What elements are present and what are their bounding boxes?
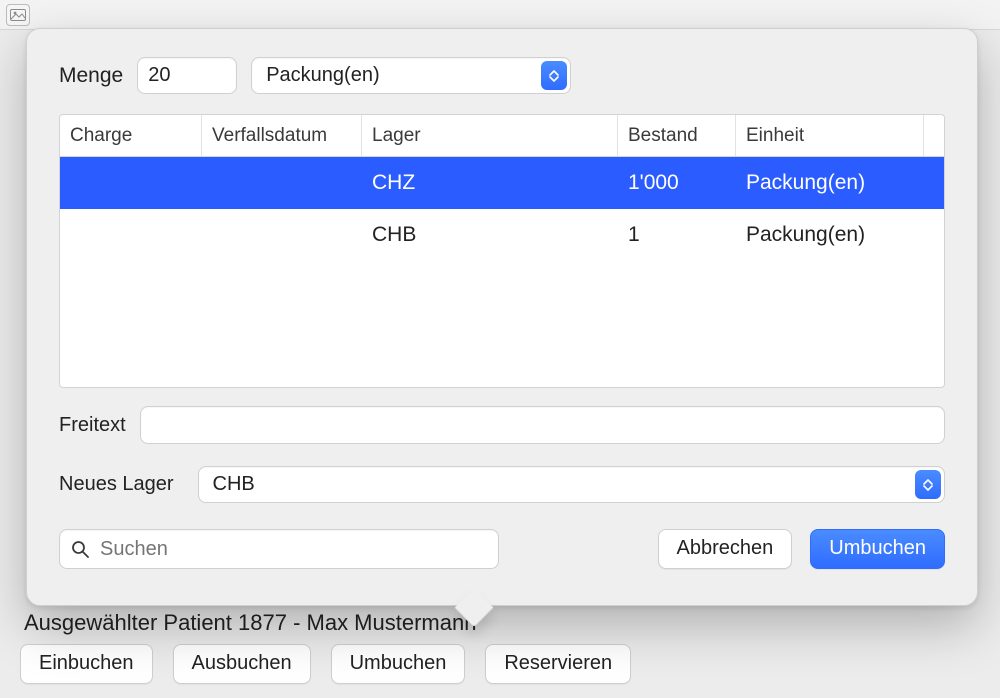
background-action-buttons: Einbuchen Ausbuchen Umbuchen Reservieren: [20, 644, 631, 684]
freitext-input[interactable]: [140, 406, 945, 444]
reservieren-button[interactable]: Reservieren: [485, 644, 631, 684]
search-input[interactable]: [59, 529, 499, 569]
neues-lager-label: Neues Lager: [59, 473, 174, 496]
einheit-select-value: Packung(en): [266, 64, 379, 87]
selected-patient-label: Ausgewählter Patient 1877 - Max Musterma…: [24, 610, 476, 636]
umbuchen-confirm-button[interactable]: Umbuchen: [810, 529, 945, 569]
td-bestand: 1: [618, 223, 736, 247]
th-tail: [924, 115, 944, 156]
menge-input[interactable]: [137, 57, 237, 94]
th-einheit[interactable]: Einheit: [736, 115, 924, 156]
inventory-table: Charge Verfallsdatum Lager Bestand Einhe…: [59, 114, 945, 388]
td-einheit: Packung(en): [736, 223, 944, 247]
table-row[interactable]: CHZ1'000Packung(en): [60, 157, 944, 209]
td-bestand: 1'000: [618, 171, 736, 195]
toolbar: [0, 0, 1000, 30]
umbuchen-button[interactable]: Umbuchen: [331, 644, 466, 684]
table-header: Charge Verfallsdatum Lager Bestand Einhe…: [60, 115, 944, 157]
search-icon: [71, 540, 89, 558]
td-einheit: Packung(en): [736, 171, 944, 195]
th-charge[interactable]: Charge: [60, 115, 202, 156]
einbuchen-button[interactable]: Einbuchen: [20, 644, 153, 684]
neues-lager-select[interactable]: CHB: [198, 466, 945, 503]
th-lager[interactable]: Lager: [362, 115, 618, 156]
umbuchen-popover: Menge Packung(en) Charge Verfallsdatum L…: [26, 28, 978, 606]
table-row[interactable]: CHB1Packung(en): [60, 209, 944, 261]
einheit-select[interactable]: Packung(en): [251, 57, 571, 94]
td-lager: CHZ: [362, 171, 618, 195]
menge-label: Menge: [59, 64, 123, 88]
neues-lager-select-value: CHB: [213, 473, 255, 496]
td-lager: CHB: [362, 223, 618, 247]
cancel-button[interactable]: Abbrechen: [658, 529, 793, 569]
ausbuchen-button[interactable]: Ausbuchen: [173, 644, 311, 684]
image-icon: [6, 4, 30, 26]
chevron-up-down-icon: [915, 470, 941, 499]
freitext-label: Freitext: [59, 414, 126, 437]
chevron-up-down-icon: [541, 61, 567, 90]
th-verfallsdatum[interactable]: Verfallsdatum: [202, 115, 362, 156]
th-bestand[interactable]: Bestand: [618, 115, 736, 156]
